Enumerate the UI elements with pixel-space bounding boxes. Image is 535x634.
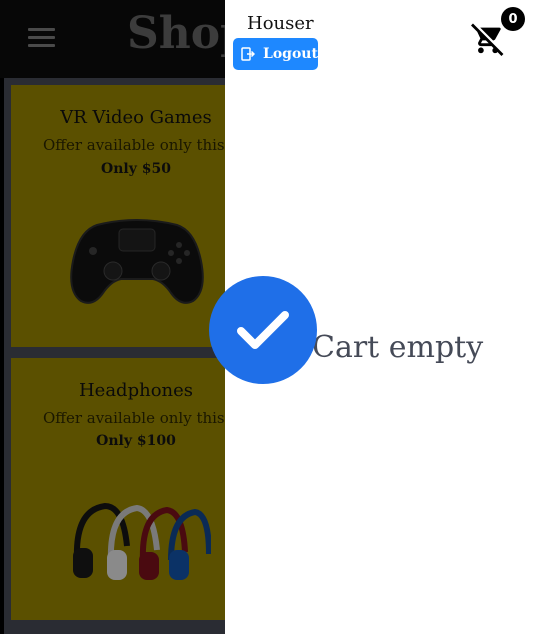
product-card[interactable]: Headphones Offer available only this wee… <box>11 358 269 620</box>
product-price: Only $100 <box>96 433 176 449</box>
gamepad-image <box>70 219 204 304</box>
cart-empty-message: Cart empty <box>312 330 484 365</box>
product-price: Only $50 <box>101 161 171 177</box>
headphones-image <box>73 502 211 580</box>
product-title: VR Video Games <box>60 107 212 128</box>
cart-count-badge: 0 <box>501 7 525 31</box>
check-icon <box>237 311 289 349</box>
logout-icon <box>241 47 255 61</box>
check-circle <box>209 276 317 384</box>
hamburger-menu-icon[interactable] <box>28 28 55 48</box>
product-title: Headphones <box>78 380 194 401</box>
username: Houser <box>247 13 314 34</box>
logout-label: Logout <box>263 46 318 62</box>
logout-button[interactable]: Logout <box>233 38 318 70</box>
cart-button[interactable] <box>471 22 505 56</box>
cart-off-icon <box>471 23 504 56</box>
